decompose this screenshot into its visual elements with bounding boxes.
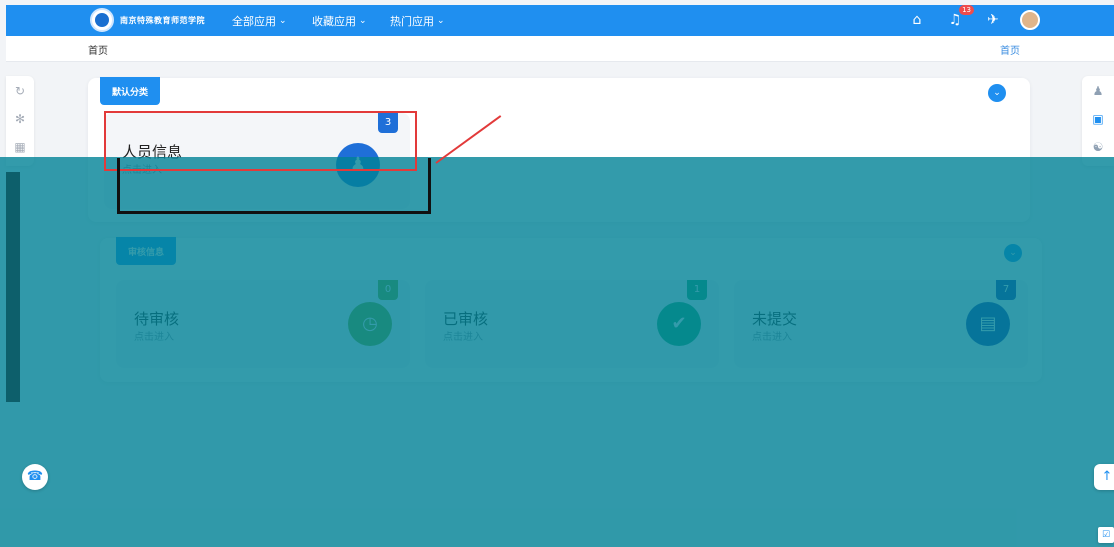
- home-icon[interactable]: ⌂: [906, 9, 928, 31]
- card-count-badge: 1: [687, 280, 707, 300]
- top-icons: ⌂ ♫ 13 ✈: [906, 5, 1040, 31]
- card-title: 待审核: [134, 310, 180, 328]
- breadcrumb[interactable]: 首页: [88, 42, 108, 57]
- top-bar: 南京特殊教育师范学院 全部应用 ⌄ 收藏应用 ⌄ 热门应用 ⌄ ⌂ ♫ 13 ✈: [6, 5, 1114, 36]
- school-name: 南京特殊教育师范学院: [120, 15, 205, 25]
- briefcase-icon[interactable]: ▣: [1091, 112, 1105, 126]
- card-subtitle: 点击进入: [134, 332, 174, 343]
- notification-badge: 13: [959, 5, 974, 15]
- right-toolbar: ♟ ▣ ☯: [1082, 76, 1114, 166]
- card-count-badge: 7: [996, 280, 1016, 300]
- school-logo-icon: [90, 8, 114, 32]
- nav-all-apps-label: 全部应用: [232, 15, 276, 28]
- avatar[interactable]: [1020, 10, 1040, 30]
- card-subtitle: 点击进入: [752, 332, 792, 343]
- bell-icon[interactable]: ♫ 13: [944, 5, 974, 31]
- nav-hot-apps-label: 热门应用: [390, 15, 434, 28]
- school-logo[interactable]: 南京特殊教育师范学院: [90, 8, 205, 32]
- nav-favorite-apps-label: 收藏应用: [312, 15, 356, 28]
- doc-icon: ▤: [966, 302, 1010, 346]
- reviewed-card[interactable]: 已审核 点击进入 1 ✔: [425, 280, 719, 368]
- plane-icon[interactable]: ✈: [982, 9, 1004, 31]
- users-icon[interactable]: ♟: [1091, 84, 1105, 98]
- chevron-down-icon[interactable]: ⌄: [1004, 244, 1022, 262]
- breadcrumb-home-tab[interactable]: 首页: [1000, 42, 1020, 57]
- app-root: 南京特殊教育师范学院 全部应用 ⌄ 收藏应用 ⌄ 热门应用 ⌄ ⌂ ♫ 13 ✈…: [0, 0, 1114, 547]
- clock-icon: ◷: [348, 302, 392, 346]
- check-icon: ✔: [657, 302, 701, 346]
- review-info-tag: 审核信息: [116, 237, 177, 265]
- nav-hot-apps[interactable]: 热门应用 ⌄: [390, 13, 445, 29]
- overlay-edge: [6, 172, 20, 402]
- card-title: 已审核: [443, 310, 489, 328]
- settings-icon[interactable]: ✻: [13, 112, 27, 126]
- review-info-panel: 审核信息 ⌄ 待审核 点击进入 0 ◷ 已审核 点击进入 1 ✔ 未提交 点击进…: [100, 237, 1042, 382]
- phone-icon[interactable]: ☎: [22, 464, 48, 490]
- annotation-black-box: [117, 158, 431, 214]
- refresh-icon[interactable]: ↻: [13, 84, 27, 98]
- nav-all-apps[interactable]: 全部应用 ⌄: [232, 13, 287, 29]
- chevron-down-icon[interactable]: ⌄: [988, 84, 1006, 102]
- not-submitted-card[interactable]: 未提交 点击进入 7 ▤: [734, 280, 1028, 368]
- chevron-down-icon: ⌄: [437, 16, 445, 26]
- pending-review-card[interactable]: 待审核 点击进入 0 ◷: [116, 280, 410, 368]
- back-to-top-icon[interactable]: ↑: [1094, 464, 1114, 490]
- chevron-down-icon: ⌄: [359, 16, 367, 26]
- breadcrumb-bar: 首页 首页: [6, 36, 1114, 62]
- card-title: 未提交: [752, 310, 798, 328]
- grid-icon[interactable]: ▦: [13, 140, 27, 154]
- nav-favorite-apps[interactable]: 收藏应用 ⌄: [312, 13, 367, 29]
- chevron-down-icon: ⌄: [279, 16, 287, 26]
- left-toolbar: ↻ ✻ ▦: [6, 76, 34, 166]
- card-subtitle: 点击进入: [443, 332, 483, 343]
- default-category-tag: 默认分类: [100, 77, 161, 105]
- card-count-badge: 0: [378, 280, 398, 300]
- org-icon[interactable]: ☯: [1091, 140, 1105, 154]
- checkbox-icon[interactable]: ☑: [1098, 527, 1114, 543]
